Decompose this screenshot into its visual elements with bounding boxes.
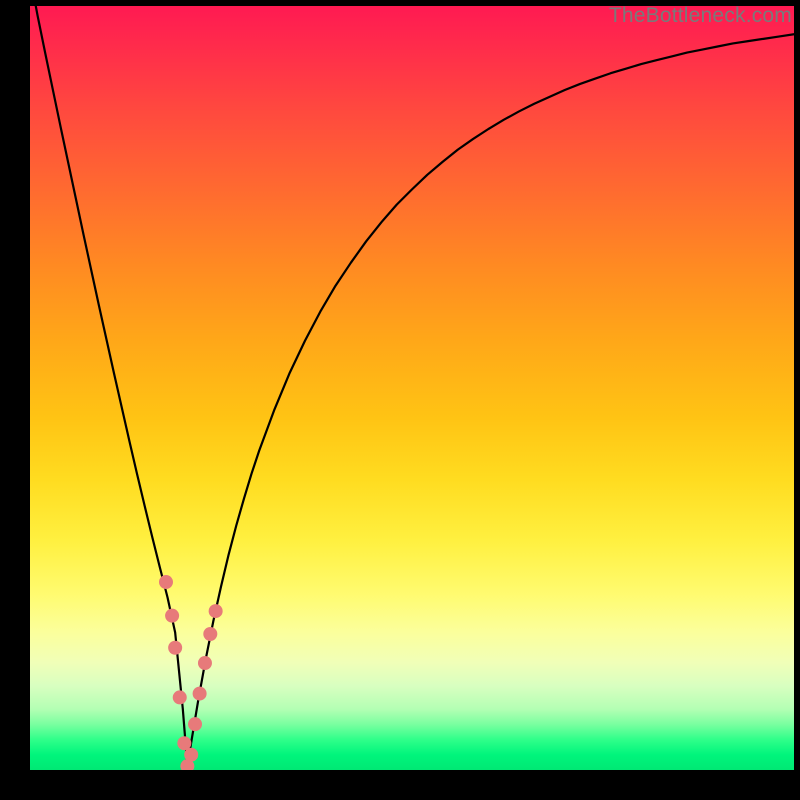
curve-marker xyxy=(203,627,217,641)
curve-marker xyxy=(168,641,182,655)
curve-marker xyxy=(188,717,202,731)
curve-marker xyxy=(198,656,212,670)
curve-marker xyxy=(209,604,223,618)
curve-marker xyxy=(165,609,179,623)
curve-marker xyxy=(173,690,187,704)
curve-marker xyxy=(184,748,198,762)
plot-area xyxy=(30,6,794,770)
curve-marker xyxy=(193,687,207,701)
watermark-label: TheBottleneck.com xyxy=(609,4,792,28)
bottleneck-curve xyxy=(30,6,794,770)
curve-marker xyxy=(159,575,173,589)
outer-frame: TheBottleneck.com xyxy=(0,0,800,800)
